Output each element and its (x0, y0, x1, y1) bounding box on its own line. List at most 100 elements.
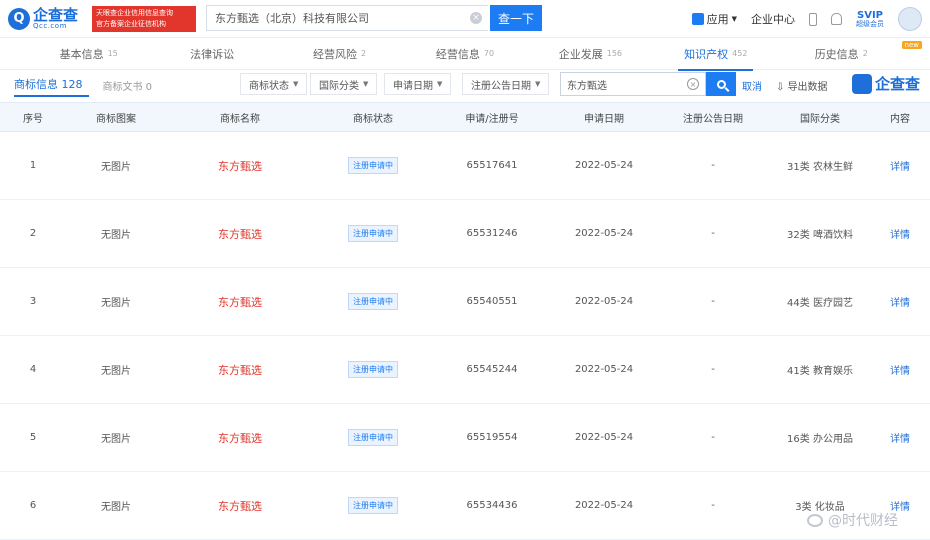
weibo-icon (807, 513, 823, 527)
detail-link[interactable]: 详情 (890, 298, 910, 309)
trademark-name-cell: 东方甄选 (166, 294, 314, 310)
clear-icon[interactable]: × (687, 78, 699, 90)
row-index: 4 (29, 364, 37, 375)
row-index: 5 (29, 432, 37, 443)
international-class-cell: 41类 教育娱乐 (770, 362, 870, 377)
filter-status-dropdown[interactable]: 商标状态 ▼ (240, 73, 308, 95)
tab-operation[interactable]: 经营信息 70 (402, 38, 527, 70)
detail-link[interactable]: 详情 (890, 434, 910, 445)
row-index-cell: 6 (0, 500, 66, 511)
certification-badge[interactable]: 天眼查企业信用信息查询 官方备案企业征信机构 (92, 5, 196, 32)
publication-date-cell: - (656, 296, 770, 307)
detail-link[interactable]: 详情 (890, 366, 910, 377)
search-button[interactable]: 查一下 (490, 5, 542, 31)
trademark-name[interactable]: 东方甄选 (218, 160, 262, 173)
new-badge: new (901, 41, 922, 49)
subtab-trademark-docs[interactable]: 商标文书 0 (103, 78, 153, 93)
trademark-picture-cell: 无图片 (66, 362, 166, 377)
col-status: 商标状态 (353, 113, 393, 125)
tab-label: 知识产权 (684, 47, 729, 61)
cancel-link[interactable]: 取消 (742, 78, 762, 93)
publication-date-cell: - (656, 432, 770, 443)
phone-icon[interactable] (809, 12, 817, 26)
company-search-input[interactable]: 东方甄选（北京）科技有限公司 × (206, 5, 488, 31)
tab-count: 70 (483, 49, 495, 58)
logo-title: 企查查 (33, 5, 79, 24)
filter-class-dropdown[interactable]: 国际分类 ▼ (310, 73, 378, 95)
publication-date: - (711, 160, 715, 171)
publication-date: - (711, 500, 715, 511)
filter-pub-date-dropdown[interactable]: 注册公告日期 ▼ (462, 73, 550, 95)
registration-number-cell: 65519554 (432, 432, 552, 443)
trademark-name[interactable]: 东方甄选 (218, 228, 262, 241)
table-row: 2 无图片 东方甄选 注册申请中 65531246 2022-05-24 - 32类 啤酒饮料… (0, 200, 930, 268)
tab-count: 15 (107, 49, 118, 58)
trademark-name[interactable]: 东方甄选 (218, 500, 262, 513)
bell-icon[interactable] (831, 13, 842, 25)
app-menu[interactable]: 应用 ▼ (691, 11, 737, 27)
trademark-picture: 无图片 (101, 162, 131, 173)
svip-badge[interactable]: SVIP 超级会员 (856, 10, 884, 28)
col-pub-date[interactable]: 注册公告日期 (656, 110, 770, 125)
site-logo[interactable]: Q 企查查 Qcc.com (8, 5, 92, 30)
row-index-cell: 3 (0, 296, 66, 307)
col-apply-date[interactable]: 申请日期 (552, 110, 656, 125)
table-row: 5 无图片 东方甄选 注册申请中 65519554 2022-05-24 - 16类 办公用品… (0, 404, 930, 472)
tab-basic-info[interactable]: 基本信息 15 (26, 38, 151, 70)
tab-label: 基本信息 (59, 47, 104, 61)
col-picture: 商标图案 (96, 113, 136, 125)
trademark-status-cell: 注册申请中 (314, 157, 432, 174)
dropdown-label: 商标状态 (249, 80, 289, 92)
weibo-watermark: @时代财经 (807, 510, 898, 530)
international-class: 16类 办公用品 (787, 434, 853, 445)
publication-date-cell: - (656, 500, 770, 511)
export-label: 导出数据 (787, 82, 828, 93)
export-data-button[interactable]: ⇩ 导出数据 (776, 78, 828, 93)
publication-date: - (711, 296, 715, 307)
publication-date-cell: - (656, 228, 770, 239)
table-row: 4 无图片 东方甄选 注册申请中 65545244 2022-05-24 - 41类 教育娱乐… (0, 336, 930, 404)
filter-apply-date-dropdown[interactable]: 申请日期 ▼ (384, 73, 452, 95)
tab-legal[interactable]: 法律诉讼 (151, 38, 276, 70)
row-index: 3 (29, 296, 37, 307)
tab-risk[interactable]: 经营风险 2 (277, 38, 402, 70)
trademark-name[interactable]: 东方甄选 (218, 296, 262, 309)
publication-date: - (711, 432, 715, 443)
col-content: 内容 (890, 113, 910, 125)
tab-intellectual-property[interactable]: 知识产权 452 (653, 38, 778, 71)
search-icon (716, 79, 726, 89)
filter-search-button[interactable] (706, 72, 736, 96)
apply-date-cell: 2022-05-24 (552, 296, 656, 307)
filter-search-input[interactable]: 东方甄选 × (560, 72, 706, 96)
trademark-status: 注册申请中 (348, 361, 398, 378)
apply-date: 2022-05-24 (574, 160, 634, 171)
badge-line-2: 官方备案企业征信机构 (96, 19, 166, 28)
trademark-name[interactable]: 东方甄选 (218, 432, 262, 445)
apply-date: 2022-05-24 (574, 364, 634, 375)
trademark-status: 注册申请中 (348, 497, 398, 514)
avatar[interactable] (898, 7, 922, 31)
trademark-name-cell: 东方甄选 (166, 498, 314, 514)
apply-date-cell: 2022-05-24 (552, 432, 656, 443)
dropdown-label: 国际分类 (319, 80, 359, 92)
search-value: 东方甄选（北京）科技有限公司 (215, 12, 369, 25)
detail-link[interactable]: 详情 (890, 230, 910, 241)
row-index-cell: 2 (0, 228, 66, 239)
trademark-picture: 无图片 (101, 434, 131, 445)
caret-down-icon: ▼ (363, 80, 369, 88)
clear-icon[interactable]: × (470, 12, 482, 24)
tab-history[interactable]: 历史信息 2 (779, 38, 904, 70)
logo-mark-icon: Q (851, 73, 872, 94)
registration-number: 65531246 (466, 228, 518, 239)
trademark-picture: 无图片 (101, 366, 131, 377)
enterprise-center-link[interactable]: 企业中心 (751, 11, 795, 27)
caret-down-icon: ▼ (437, 80, 443, 88)
detail-link[interactable]: 详情 (890, 162, 910, 173)
tab-label: 经营风险 (313, 47, 357, 61)
trademark-name[interactable]: 东方甄选 (218, 364, 262, 377)
filter-bar: 商标信息 128 商标文书 0 商标状态 ▼ 国际分类 ▼ 申请日期 ▼ 注册公告日期… (0, 70, 930, 100)
subtab-trademark-info[interactable]: 商标信息 128 (14, 73, 89, 97)
tab-development[interactable]: 企业发展 156 (528, 38, 653, 70)
registration-number-cell: 65545244 (432, 364, 552, 375)
dropdown-label: 申请日期 (393, 80, 433, 92)
